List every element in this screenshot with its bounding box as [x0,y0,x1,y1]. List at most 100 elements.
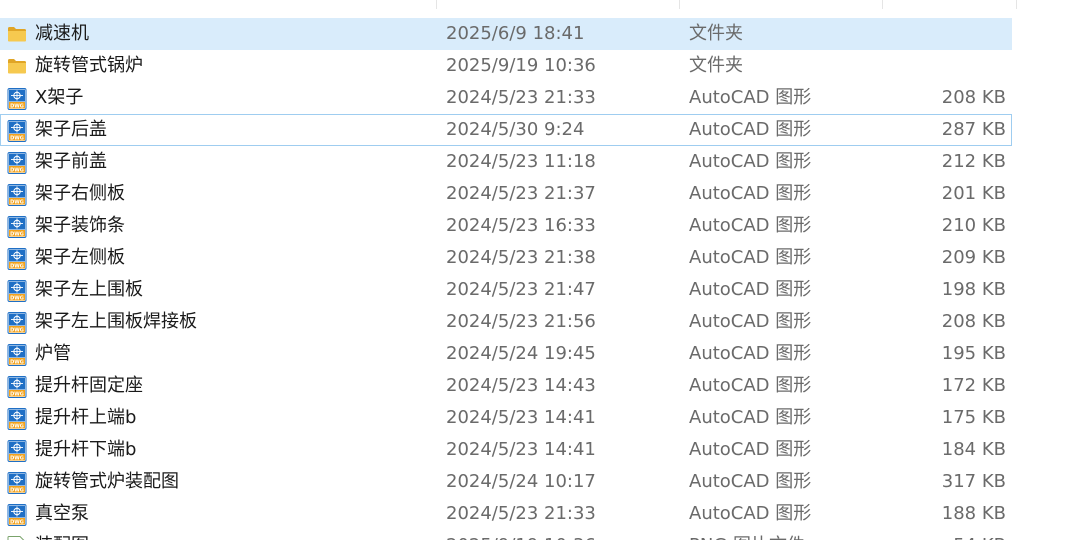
file-size: 212 KB [941,151,1006,172]
file-row[interactable]: DWG 旋转管式炉装配图 2024/5/24 10:17 AutoCAD 图形 317 … [0,466,1012,498]
file-date-modified: 2025/9/19 10:36 [446,55,596,76]
file-row[interactable]: 装配图 2025/9/19 10:36 PNG 图片文件 54 KB [0,530,1012,540]
column-separator [436,0,437,9]
file-row[interactable]: DWG 架子前盖 2024/5/23 11:18 AutoCAD 图形 212 KB [0,146,1012,178]
file-type: AutoCAD 图形 [689,503,812,524]
file-size: 175 KB [941,407,1006,428]
file-row[interactable]: DWG 提升杆上端b 2024/5/23 14:41 AutoCAD 图形 175 KB [0,402,1012,434]
file-name: 炉管 [35,343,71,364]
file-date-modified: 2024/5/23 11:18 [446,151,596,172]
svg-text:DWG: DWG [10,231,24,237]
file-type: AutoCAD 图形 [689,311,812,332]
column-separator [679,0,680,9]
file-row[interactable]: DWG 架子左上围板焊接板 2024/5/23 21:56 AutoCAD 图形 208… [0,306,1012,338]
file-row[interactable]: DWG X架子 2024/5/23 21:33 AutoCAD 图形 208 KB [0,82,1012,114]
file-date-modified: 2024/5/23 14:41 [446,439,596,460]
folder-icon [7,24,27,46]
file-row[interactable]: DWG 炉管 2024/5/24 19:45 AutoCAD 图形 195 KB [0,338,1012,370]
file-type: AutoCAD 图形 [689,151,812,172]
dwg-file-icon: DWG [7,472,27,494]
file-type: AutoCAD 图形 [689,247,812,268]
file-type: 文件夹 [689,23,743,44]
file-type: AutoCAD 图形 [689,215,812,236]
file-date-modified: 2024/5/23 14:43 [446,375,596,396]
dwg-file-icon: DWG [7,344,27,366]
file-name: 提升杆固定座 [35,375,143,396]
file-date-modified: 2024/5/23 21:37 [446,183,596,204]
file-size: 208 KB [941,311,1006,332]
column-separator [882,0,883,9]
file-name: 架子左上围板 [35,279,143,300]
file-size: 188 KB [941,503,1006,524]
dwg-file-icon: DWG [7,504,27,526]
file-name: 装配图 [35,530,89,540]
file-name: 架子前盖 [35,151,107,172]
file-name: 旋转管式锅炉 [35,55,143,76]
file-date-modified: 2024/5/23 16:33 [446,215,596,236]
file-row[interactable]: 减速机 2025/6/9 18:41 文件夹 [0,18,1012,50]
file-row[interactable]: DWG 提升杆固定座 2024/5/23 14:43 AutoCAD 图形 172 KB [0,370,1012,402]
dwg-file-icon: DWG [7,376,27,398]
dwg-file-icon: DWG [7,312,27,334]
file-type: AutoCAD 图形 [689,471,812,492]
svg-text:DWG: DWG [10,455,24,461]
svg-text:DWG: DWG [10,263,24,269]
svg-text:DWG: DWG [10,103,24,109]
file-row[interactable]: DWG 真空泵 2024/5/23 21:33 AutoCAD 图形 188 KB [0,498,1012,530]
svg-text:DWG: DWG [10,295,24,301]
file-date-modified: 2025/6/9 18:41 [446,23,585,44]
file-date-modified: 2024/5/30 9:24 [446,119,585,140]
file-date-modified: 2024/5/23 21:38 [446,247,596,268]
file-name: 减速机 [35,23,89,44]
file-size: 210 KB [941,215,1006,236]
file-row[interactable]: DWG 架子左上围板 2024/5/23 21:47 AutoCAD 图形 198 KB [0,274,1012,306]
file-type: AutoCAD 图形 [689,119,812,140]
dwg-file-icon: DWG [7,120,27,142]
svg-text:DWG: DWG [10,519,24,525]
file-name: X架子 [35,87,84,108]
dwg-file-icon: DWG [7,440,27,462]
png-file-icon [7,536,27,540]
svg-text:DWG: DWG [10,391,24,397]
file-size: 54 KB [953,530,1006,540]
file-size: 172 KB [941,375,1006,396]
svg-text:DWG: DWG [10,327,24,333]
file-row[interactable]: DWG 架子后盖 2024/5/30 9:24 AutoCAD 图形 287 KB [0,114,1012,146]
dwg-file-icon: DWG [7,216,27,238]
svg-text:DWG: DWG [10,199,24,205]
file-type: PNG 图片文件 [689,530,805,540]
dwg-file-icon: DWG [7,408,27,430]
file-date-modified: 2024/5/24 10:17 [446,471,596,492]
file-type: AutoCAD 图形 [689,343,812,364]
file-name: 架子装饰条 [35,215,125,236]
folder-icon [7,56,27,78]
file-row[interactable]: DWG 提升杆下端b 2024/5/23 14:41 AutoCAD 图形 184 KB [0,434,1012,466]
file-name: 架子右侧板 [35,183,125,204]
file-list: 减速机 2025/6/9 18:41 文件夹旋转管式锅炉 2025/9/19 10:3… [0,18,1086,540]
file-size: 195 KB [941,343,1006,364]
column-separator [1016,0,1017,9]
dwg-file-icon: DWG [7,280,27,302]
file-row[interactable]: DWG 架子装饰条 2024/5/23 16:33 AutoCAD 图形 210 KB [0,210,1012,242]
file-size: 209 KB [941,247,1006,268]
file-size: 208 KB [941,87,1006,108]
file-date-modified: 2025/9/19 10:36 [446,530,596,540]
file-row[interactable]: DWG 架子左侧板 2024/5/23 21:38 AutoCAD 图形 209 KB [0,242,1012,274]
file-size: 184 KB [941,439,1006,460]
dwg-file-icon: DWG [7,152,27,174]
file-type: AutoCAD 图形 [689,375,812,396]
file-name: 真空泵 [35,503,89,524]
file-type: AutoCAD 图形 [689,279,812,300]
file-type: AutoCAD 图形 [689,87,812,108]
file-date-modified: 2024/5/23 21:33 [446,503,596,524]
file-name: 旋转管式炉装配图 [35,471,179,492]
file-row[interactable]: DWG 架子右侧板 2024/5/23 21:37 AutoCAD 图形 201 KB [0,178,1012,210]
dwg-file-icon: DWG [7,88,27,110]
file-type: AutoCAD 图形 [689,407,812,428]
file-date-modified: 2024/5/23 21:47 [446,279,596,300]
file-row[interactable]: 旋转管式锅炉 2025/9/19 10:36 文件夹 [0,50,1012,82]
dwg-file-icon: DWG [7,248,27,270]
file-type: AutoCAD 图形 [689,439,812,460]
file-date-modified: 2024/5/23 21:56 [446,311,596,332]
file-name: 提升杆上端b [35,407,137,428]
